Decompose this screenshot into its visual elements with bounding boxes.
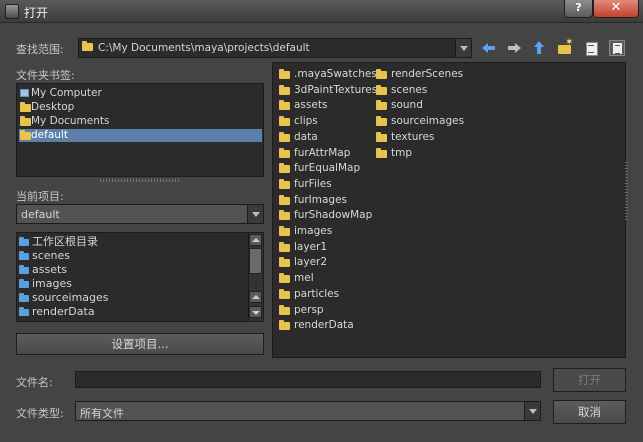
open-button[interactable]: 打开 [553, 368, 626, 392]
folder-icon [376, 147, 387, 158]
folder-icon [279, 257, 290, 268]
help-button[interactable]: ? [564, 0, 593, 18]
bookmarks-list[interactable]: My Computer Desktop My Documents default [16, 83, 264, 177]
folder-icon [279, 288, 290, 299]
look-in-combo[interactable]: C:\My Documents\maya\projects\default [78, 38, 472, 58]
scroll-up-icon[interactable] [249, 234, 262, 246]
folder-icon [279, 241, 290, 252]
up-folder-icon[interactable] [531, 40, 547, 56]
file-name-label: 文件名: [16, 376, 53, 389]
current-project-label: 当前项目: [16, 190, 64, 203]
look-in-path: C:\My Documents\maya\projects\default [98, 42, 310, 54]
forward-icon[interactable] [506, 40, 522, 56]
folder-icon [19, 265, 29, 274]
folder-icon [279, 304, 290, 315]
app-icon [5, 4, 19, 19]
bookmark-default[interactable]: default [19, 129, 262, 142]
title-bar: 打开 ? ✕ [0, 0, 643, 23]
folder-icon [279, 84, 290, 95]
folder-icon [279, 163, 290, 174]
folder-icon [20, 116, 31, 126]
project-scrollbar[interactable] [248, 233, 263, 321]
folder-icon [20, 102, 31, 112]
splitter-handle[interactable] [100, 179, 180, 182]
folder-icon [376, 116, 387, 127]
scroll-down-icon[interactable] [249, 306, 262, 318]
folder-icon [279, 210, 290, 221]
details-view-icon[interactable] [609, 40, 625, 56]
folder-icon [279, 69, 290, 79]
folder-icon [376, 84, 387, 95]
folder-icon [279, 178, 290, 189]
file-type-label: 文件类型: [16, 407, 64, 420]
folder-icon [279, 131, 290, 142]
close-button[interactable]: ✕ [593, 0, 639, 18]
resize-grip[interactable] [625, 160, 628, 220]
chevron-down-icon[interactable] [524, 402, 540, 420]
folder-icon [279, 194, 290, 205]
current-project-combo[interactable]: default [16, 204, 264, 224]
folder-icon [279, 273, 290, 284]
new-folder-icon[interactable] [557, 37, 573, 56]
folder-icon [279, 100, 290, 111]
list-view-icon[interactable] [583, 40, 599, 56]
file-list[interactable]: .mayaSwatches 3dPaintTextures assets clips d… [272, 62, 626, 358]
file-type-value: 所有文件 [80, 407, 124, 420]
folder-icon [279, 147, 290, 158]
file-type-combo[interactable]: 所有文件 [75, 401, 541, 421]
folder-icon [376, 100, 387, 111]
folder-icon [19, 279, 29, 288]
current-project-value: default [21, 208, 60, 221]
cancel-button[interactable]: 取消 [553, 400, 626, 424]
chevron-down-icon[interactable] [455, 39, 471, 57]
chevron-down-icon[interactable] [247, 205, 263, 223]
back-icon[interactable] [481, 40, 497, 56]
folder-icon [20, 130, 31, 140]
file-name-input[interactable] [75, 371, 541, 388]
folder-icon [279, 116, 290, 127]
computer-icon [20, 89, 29, 97]
look-in-label: 查找范围: [16, 43, 64, 56]
folder-icon [19, 293, 29, 302]
project-folders-list[interactable]: 工作区根目录 scenes assets images sourceimages… [16, 232, 264, 322]
folder-icon [279, 226, 290, 236]
folder-icon [376, 131, 387, 142]
window-title: 打开 [24, 6, 49, 20]
folder-icon [279, 320, 290, 331]
bookmarks-label: 文件夹书签: [16, 69, 75, 82]
scroll-up-icon[interactable] [249, 291, 262, 303]
folder-icon [19, 307, 29, 316]
folder-icon [19, 237, 29, 246]
folder-icon [19, 251, 29, 260]
folder-icon [376, 69, 387, 79]
scroll-thumb[interactable] [249, 248, 262, 274]
folder-icon [82, 41, 93, 51]
set-project-button[interactable]: 设置项目... [16, 333, 264, 355]
